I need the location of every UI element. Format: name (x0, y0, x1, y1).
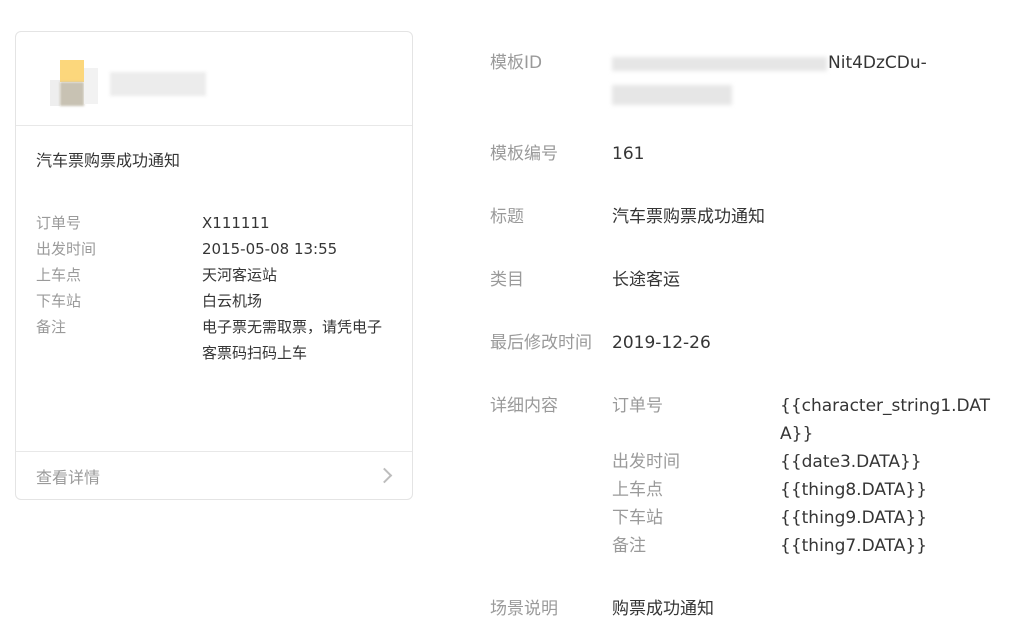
card-field-label: 出发时间 (36, 240, 97, 258)
template-id-redacted (612, 57, 827, 71)
last-modified-value: 2019-12-26 (612, 333, 711, 353)
row-scene: 场景说明 购票成功通知 (490, 595, 995, 623)
card-field-label: 上车点 (36, 266, 82, 284)
template-id-value: Nit4DzCDu- (828, 53, 927, 73)
last-modified-label: 最后修改时间 (490, 333, 592, 353)
row-template-id: 模板ID Nit4DzCDu- (490, 49, 995, 105)
scene-value: 购票成功通知 (612, 599, 714, 619)
content-value: {{thing9.DATA}} (780, 508, 928, 528)
template-number-label: 模板编号 (490, 144, 558, 164)
chevron-right-icon (376, 467, 393, 484)
content-row: 订单号 {{character_string1.DATA}} (612, 392, 995, 448)
content-value: {{character_string1.DATA}} (780, 396, 991, 444)
card-field-value: 天河客运站 (202, 266, 278, 284)
template-preview-card: 汽车票购票成功通知 订单号 X111111 出发时间 2015-05-08 13… (15, 31, 413, 500)
card-field-row: 备注 电子票无需取票，请凭电子客票码扫码上车 (36, 314, 396, 366)
card-field-value: 2015-05-08 13:55 (202, 240, 338, 258)
card-field-label: 备注 (36, 318, 67, 336)
card-field-row: 上车点 天河客运站 (36, 262, 396, 288)
row-category: 类目 长途客运 (490, 266, 995, 294)
category-label: 类目 (490, 270, 524, 290)
content-key: 上车点 (612, 480, 663, 500)
card-header (16, 32, 412, 126)
view-details-label: 查看详情 (36, 468, 101, 487)
card-field-row: 下车站 白云机场 (36, 288, 396, 314)
title-label: 标题 (490, 207, 524, 227)
row-last-modified: 最后修改时间 2019-12-26 (490, 329, 995, 357)
scene-label: 场景说明 (490, 599, 558, 619)
content-row: 出发时间 {{date3.DATA}} (612, 448, 995, 476)
content-key: 下车站 (612, 508, 663, 528)
content-value: {{thing7.DATA}} (780, 536, 928, 556)
card-field-list: 订单号 X111111 出发时间 2015-05-08 13:55 上车点 天河… (36, 210, 396, 366)
category-value: 长途客运 (612, 270, 680, 290)
row-detail-content: 详细内容 订单号 {{character_string1.DATA}} 出发时间… (490, 392, 995, 560)
title-value: 汽车票购票成功通知 (612, 207, 765, 227)
account-avatar (50, 60, 100, 110)
content-row: 下车站 {{thing9.DATA}} (612, 504, 995, 532)
row-template-number: 模板编号 161 (490, 140, 995, 168)
detail-content-label: 详细内容 (490, 396, 558, 416)
card-field-row: 订单号 X111111 (36, 210, 396, 236)
card-field-label: 订单号 (36, 214, 82, 232)
detail-content-list: 订单号 {{character_string1.DATA}} 出发时间 {{da… (612, 392, 995, 560)
card-field-row: 出发时间 2015-05-08 13:55 (36, 236, 396, 262)
content-value: {{date3.DATA}} (780, 452, 922, 472)
content-value: {{thing8.DATA}} (780, 480, 928, 500)
card-field-label: 下车站 (36, 292, 82, 310)
card-field-value: 白云机场 (202, 292, 263, 310)
account-name-redacted (110, 72, 206, 96)
content-row: 上车点 {{thing8.DATA}} (612, 476, 995, 504)
content-key: 出发时间 (612, 452, 680, 472)
template-id-label: 模板ID (490, 53, 543, 73)
card-field-value: 电子票无需取票，请凭电子客票码扫码上车 (202, 318, 383, 362)
content-key: 备注 (612, 536, 646, 556)
template-number-value: 161 (612, 144, 645, 164)
view-details-link[interactable]: 查看详情 (16, 451, 412, 500)
row-title: 标题 汽车票购票成功通知 (490, 203, 995, 231)
content-row: 备注 {{thing7.DATA}} (612, 532, 995, 560)
card-title: 汽车票购票成功通知 (36, 151, 181, 170)
template-id-redacted-line2 (612, 85, 732, 105)
card-field-value: X111111 (202, 214, 270, 232)
content-key: 订单号 (612, 396, 663, 416)
